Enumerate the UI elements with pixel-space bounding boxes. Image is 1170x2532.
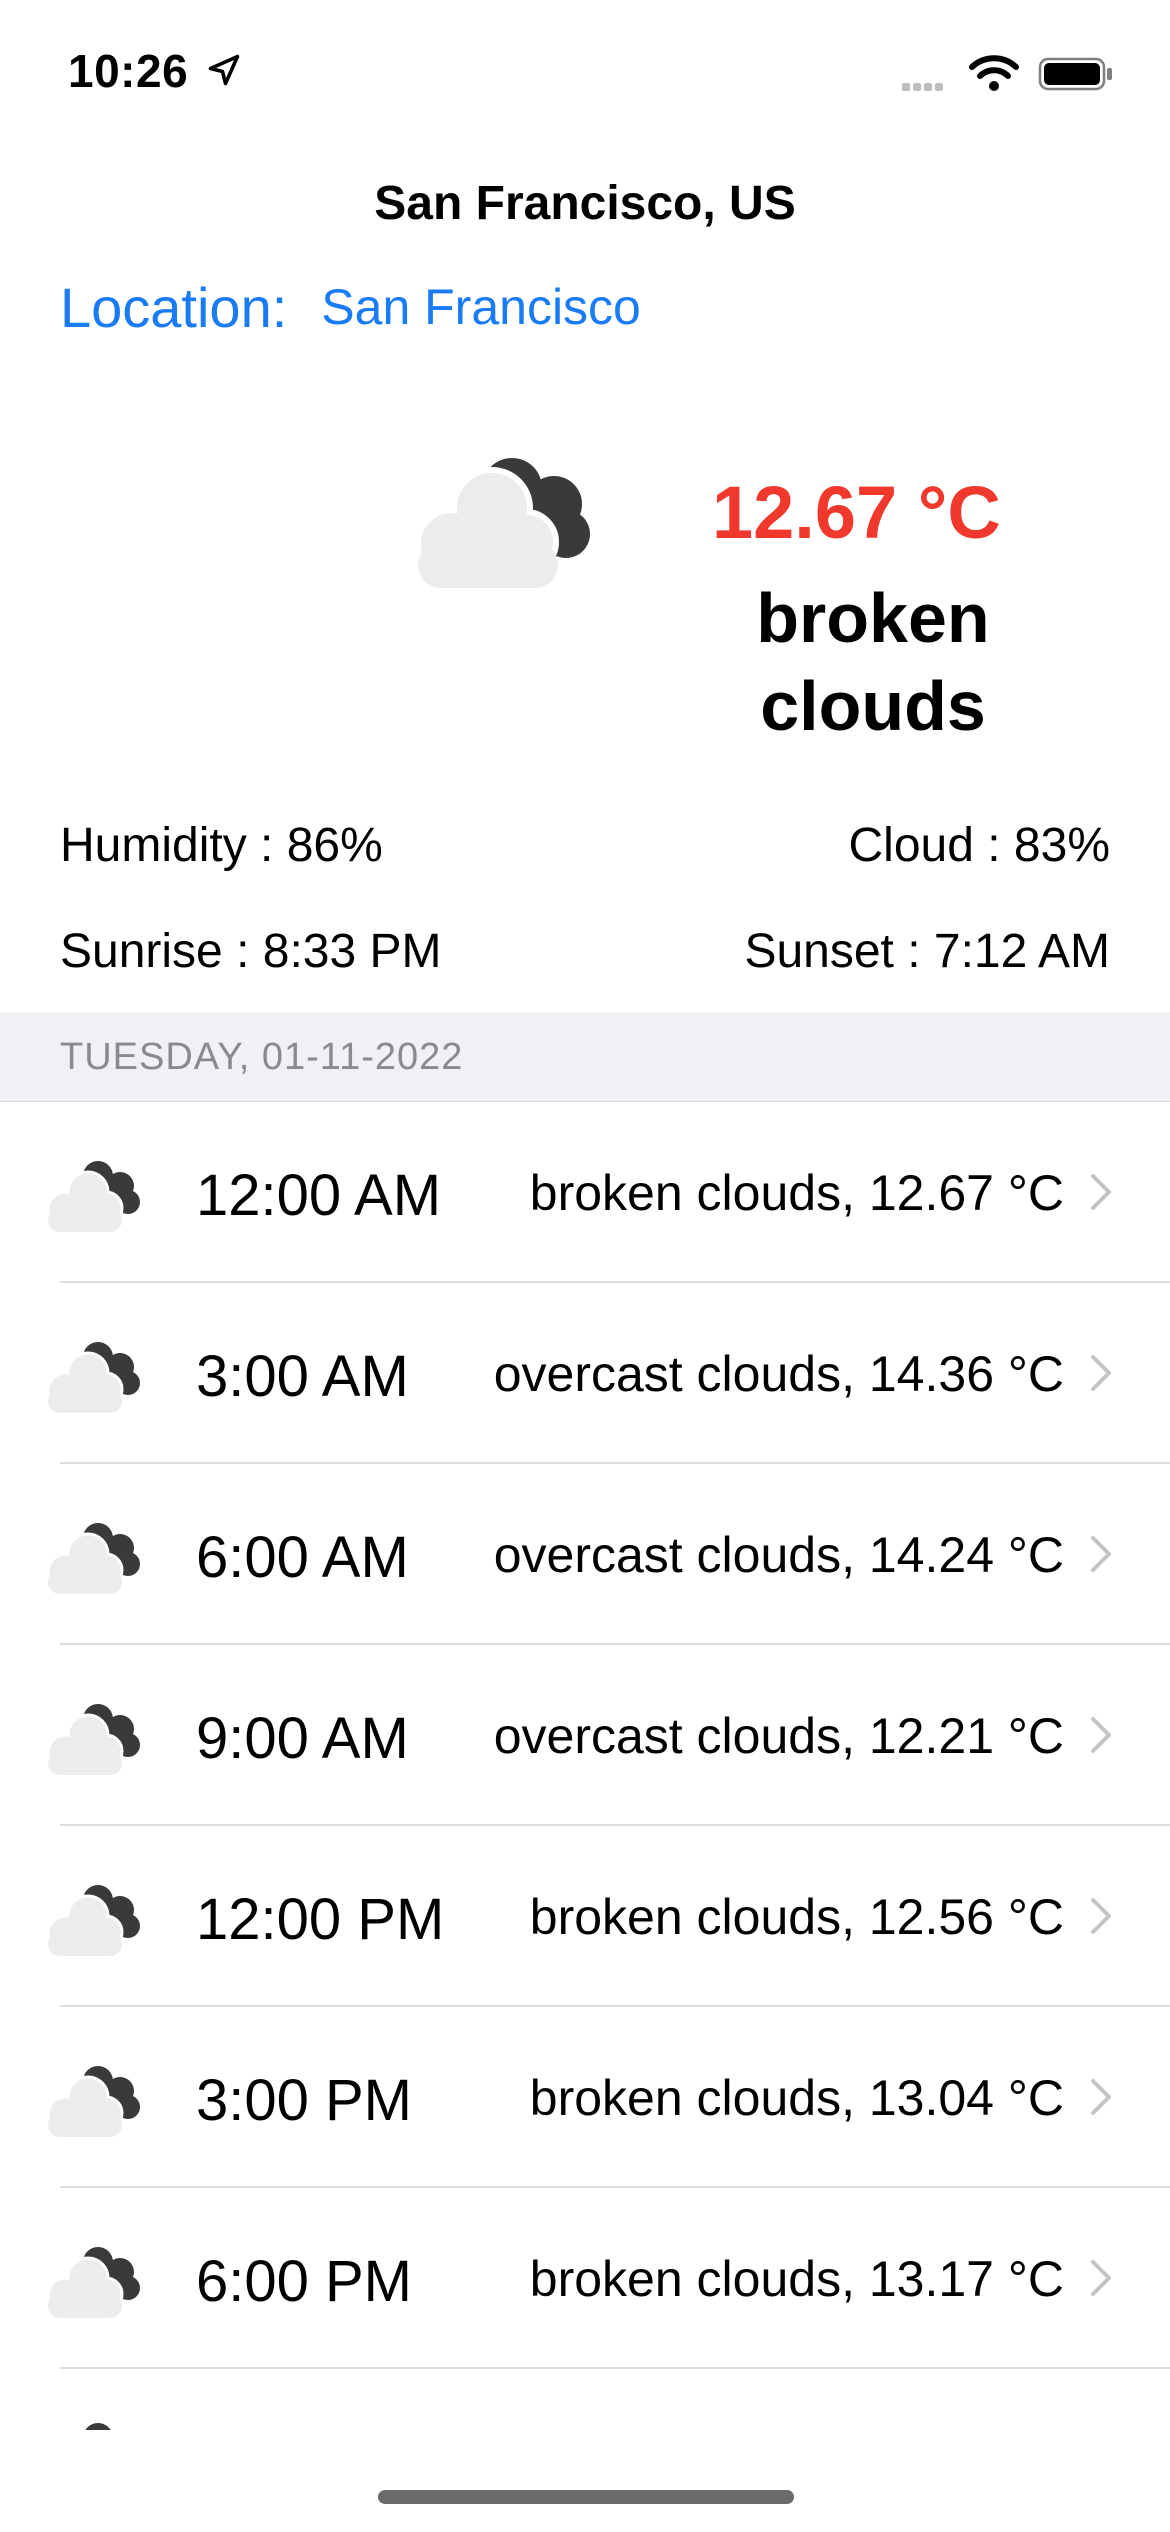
cloud-icon: [46, 1702, 142, 1775]
section-header: TUESDAY, 01-11-2022: [0, 1012, 1170, 1102]
humidity-label: Humidity : 86%: [60, 819, 383, 872]
row-time: 6:00 AM: [196, 1525, 409, 1590]
partial-list-item: [36, 2370, 146, 2430]
row-summary: overcast clouds, 12.21 °C: [493, 1708, 1064, 1764]
location-row: Location: San Francisco: [60, 272, 641, 342]
current-temperature: 12.67 °C: [712, 471, 1001, 554]
list-item[interactable]: 6:00 PM broken clouds, 13.17 °C: [0, 2188, 1170, 2369]
row-time: 12:00 AM: [196, 1163, 442, 1228]
location-button[interactable]: San Francisco: [321, 278, 641, 336]
chevron-right-icon: [1091, 1174, 1111, 1210]
forecast-list[interactable]: 12:00 AM broken clouds, 12.67 °C 3:00 AM…: [0, 1102, 1170, 2369]
chevron-right-icon: [1091, 1898, 1111, 1934]
status-time: 10:26: [68, 45, 189, 97]
section-title: TUESDAY, 01-11-2022: [60, 1036, 464, 1078]
chevron-right-icon: [1091, 2079, 1111, 2115]
cloud-icon: [46, 1883, 142, 1956]
broken-clouds-icon: [415, 458, 590, 588]
home-indicator[interactable]: [378, 2490, 794, 2504]
battery-icon: [1038, 57, 1112, 91]
current-description: broken clouds: [700, 574, 1046, 750]
list-item[interactable]: 12:00 PM broken clouds, 12.56 °C: [0, 1826, 1170, 2007]
row-time: 3:00 PM: [196, 2068, 412, 2133]
current-description-line1: broken: [756, 579, 990, 657]
cloud-icon: [46, 2064, 142, 2137]
list-item[interactable]: 9:00 AM overcast clouds, 12.21 °C: [0, 1645, 1170, 1826]
row-summary: overcast clouds, 14.36 °C: [493, 1346, 1064, 1402]
row-time: 9:00 AM: [196, 1706, 409, 1771]
location-label: Location:: [60, 275, 288, 339]
list-item[interactable]: 6:00 AM overcast clouds, 14.24 °C: [0, 1464, 1170, 1645]
list-item[interactable]: 3:00 AM overcast clouds, 14.36 °C: [0, 1283, 1170, 1464]
row-time: 12:00 PM: [196, 1887, 445, 1952]
row-time: 3:00 AM: [196, 1344, 409, 1409]
sunset-label: Sunset : 7:12 AM: [744, 925, 1110, 978]
cloud-label: Cloud : 83%: [848, 819, 1111, 872]
row-summary: broken clouds, 13.17 °C: [529, 2251, 1064, 2307]
row-summary: broken clouds, 12.56 °C: [529, 1889, 1064, 1945]
chevron-right-icon: [1091, 2260, 1111, 2296]
page-title: San Francisco, US: [374, 177, 796, 230]
list-item[interactable]: 12:00 AM broken clouds, 12.67 °C: [0, 1102, 1170, 1283]
row-summary: broken clouds, 12.67 °C: [529, 1165, 1064, 1221]
cloud-icon: [46, 1159, 142, 1232]
cloud-icon: [46, 2245, 142, 2318]
status-bar: 10:26: [0, 0, 1170, 140]
chevron-right-icon: [1091, 1536, 1111, 1572]
wifi-icon: [969, 55, 1019, 91]
row-time: 6:00 PM: [196, 2249, 412, 2314]
current-description-line2: clouds: [760, 667, 986, 745]
chevron-right-icon: [1091, 1355, 1111, 1391]
row-summary: broken clouds, 13.04 °C: [529, 2070, 1064, 2126]
sunrise-label: Sunrise : 8:33 PM: [60, 925, 442, 978]
cloud-icon: [46, 1340, 142, 1413]
cloud-icon: [46, 2421, 142, 2430]
chevron-right-icon: [1091, 1717, 1111, 1753]
signal-icon: [902, 78, 946, 96]
divider: [60, 2367, 1170, 2369]
list-item[interactable]: 3:00 PM broken clouds, 13.04 °C: [0, 2007, 1170, 2188]
cloud-icon: [46, 1521, 142, 1594]
location-arrow-icon: [208, 54, 240, 86]
row-summary: overcast clouds, 14.24 °C: [493, 1527, 1064, 1583]
